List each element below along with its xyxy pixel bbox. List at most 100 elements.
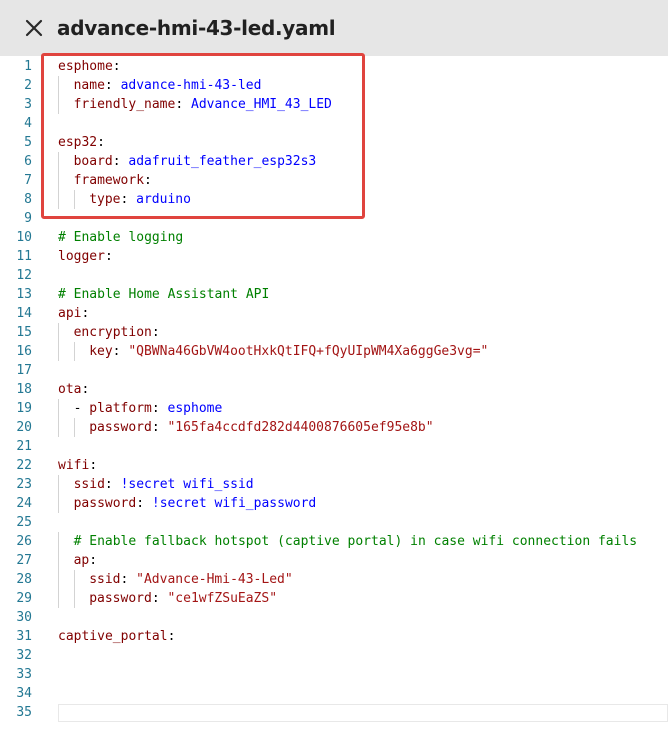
indent-guide [58, 475, 59, 494]
code-line[interactable]: 13 # Enable Home Assistant API [0, 285, 668, 304]
code-text: friendly_name: Advance_HMI_43_LED [74, 95, 332, 114]
code-token: "165fa4ccdfd282d4400876605ef95e8b" [167, 420, 434, 435]
code-token: : [81, 306, 90, 321]
code-token: : [151, 401, 168, 416]
code-line[interactable]: 29 password: "ce1wfZSuEaZS" [0, 589, 668, 608]
code-line[interactable]: 7 framework: [0, 171, 668, 190]
code-text: ssid: "Advance-Hmi-43-Led" [89, 570, 293, 589]
close-icon[interactable] [22, 16, 46, 40]
code-text: api: [58, 304, 89, 323]
code-line[interactable]: 33 [0, 665, 668, 684]
line-number: 6 [24, 154, 32, 169]
code-token: : [104, 477, 121, 492]
line-number: 35 [16, 705, 32, 720]
code-token: : [151, 591, 168, 606]
code-token: arduino [136, 192, 191, 207]
code-line[interactable]: 25 [0, 513, 668, 532]
code-line[interactable]: 18 ota: [0, 380, 668, 399]
code-token: board [73, 154, 113, 169]
code-token: logger [58, 249, 105, 264]
code-line[interactable]: 8 type: arduino [0, 190, 668, 209]
line-number: 27 [16, 553, 32, 568]
code-token: : [112, 59, 121, 74]
code-line[interactable]: 9 [0, 209, 668, 228]
code-line[interactable]: 6 board: adafruit_feather_esp32s3 [0, 152, 668, 171]
line-number: 1 [24, 59, 32, 74]
indent-guide [58, 95, 59, 114]
code-line[interactable]: 22 wifi: [0, 456, 668, 475]
code-text: # Enable fallback hotspot (captive porta… [74, 532, 638, 551]
code-token: wifi [58, 458, 90, 473]
code-text: name: advance-hmi-43-led [74, 76, 262, 95]
code-token: : [120, 192, 137, 207]
line-number: 29 [16, 591, 32, 606]
indent-guide [58, 190, 59, 209]
code-line[interactable]: 12 [0, 266, 668, 285]
code-text: framework: [74, 171, 152, 190]
code-token: password [73, 496, 137, 511]
code-token: : [89, 458, 98, 473]
indent-guide [58, 551, 59, 570]
line-number: 7 [24, 173, 32, 188]
code-line[interactable]: 30 [0, 608, 668, 627]
code-token: : [81, 382, 90, 397]
code-token: : [112, 344, 129, 359]
line-number: 31 [16, 629, 32, 644]
code-line[interactable]: 24 password: !secret wifi_password [0, 494, 668, 513]
line-number: 28 [16, 572, 32, 587]
code-token: # Enable logging [58, 230, 184, 245]
close-button[interactable] [22, 16, 46, 40]
indent-guide [73, 589, 75, 608]
line-number: 33 [16, 667, 32, 682]
code-line[interactable]: 21 [0, 437, 668, 456]
line-number: 4 [24, 116, 32, 131]
code-token: esphome [58, 59, 113, 74]
code-line[interactable]: 1 esphome: [0, 57, 668, 76]
code-line[interactable]: 23 ssid: !secret wifi_ssid [0, 475, 668, 494]
code-line[interactable]: 15 encryption: [0, 323, 668, 342]
code-line[interactable]: 27 ap: [0, 551, 668, 570]
code-token: captive_portal [58, 629, 168, 644]
code-text: encryption: [74, 323, 160, 342]
indent-guide [58, 171, 59, 190]
code-line[interactable]: 28 ssid: "Advance-Hmi-43-Led" [0, 570, 668, 589]
line-number: 24 [16, 496, 32, 511]
line-number: 16 [16, 344, 32, 359]
code-line[interactable]: 14 api: [0, 304, 668, 323]
code-editor[interactable]: 1 esphome: 2 name: advance-hmi-43-led 3 frien… [0, 56, 668, 743]
line-number: 32 [16, 648, 32, 663]
code-line[interactable]: 16 key: "QBWNa46GbVW4ootHxkQtIFQ+fQyUIpWM… [0, 342, 668, 361]
line-number: 25 [16, 515, 32, 530]
code-token: ssid [73, 477, 105, 492]
line-number: 19 [16, 401, 32, 416]
code-token: password [89, 591, 152, 606]
line-number: 15 [16, 325, 32, 340]
code-line[interactable]: 17 [0, 361, 668, 380]
code-line[interactable]: 10 # Enable logging [0, 228, 668, 247]
code-line[interactable]: 19 - platform: esphome [0, 399, 668, 418]
code-token: password [89, 420, 152, 435]
code-line[interactable]: 34 [0, 684, 668, 703]
code-line[interactable]: 20 password: "165fa4ccdfd282d4400876605ef… [0, 418, 668, 437]
code-text: esp32: [58, 133, 105, 152]
code-line[interactable]: 32 [0, 646, 668, 665]
active-line-highlight [58, 704, 668, 722]
code-token: - [73, 401, 90, 416]
code-line[interactable]: 26 # Enable fallback hotspot (captive por… [0, 532, 668, 551]
code-token: # Enable Home Assistant API [58, 287, 270, 302]
line-number: 12 [16, 268, 32, 283]
code-line[interactable]: 2 name: advance-hmi-43-led [0, 76, 668, 95]
code-line[interactable]: 5 esp32: [0, 133, 668, 152]
code-line[interactable]: 11 logger: [0, 247, 668, 266]
code-line[interactable]: 3 friendly_name: Advance_HMI_43_LED [0, 95, 668, 114]
code-line[interactable]: 4 [0, 114, 668, 133]
code-line[interactable]: 31 captive_portal: [0, 627, 668, 646]
code-token: Advance_HMI_43_LED [191, 97, 332, 112]
indent-guide [58, 494, 59, 513]
line-number: 23 [16, 477, 32, 492]
line-number: 14 [16, 306, 32, 321]
code-token: : [104, 249, 113, 264]
code-token: advance-hmi-43-led [120, 78, 262, 93]
code-token: : [97, 135, 105, 150]
